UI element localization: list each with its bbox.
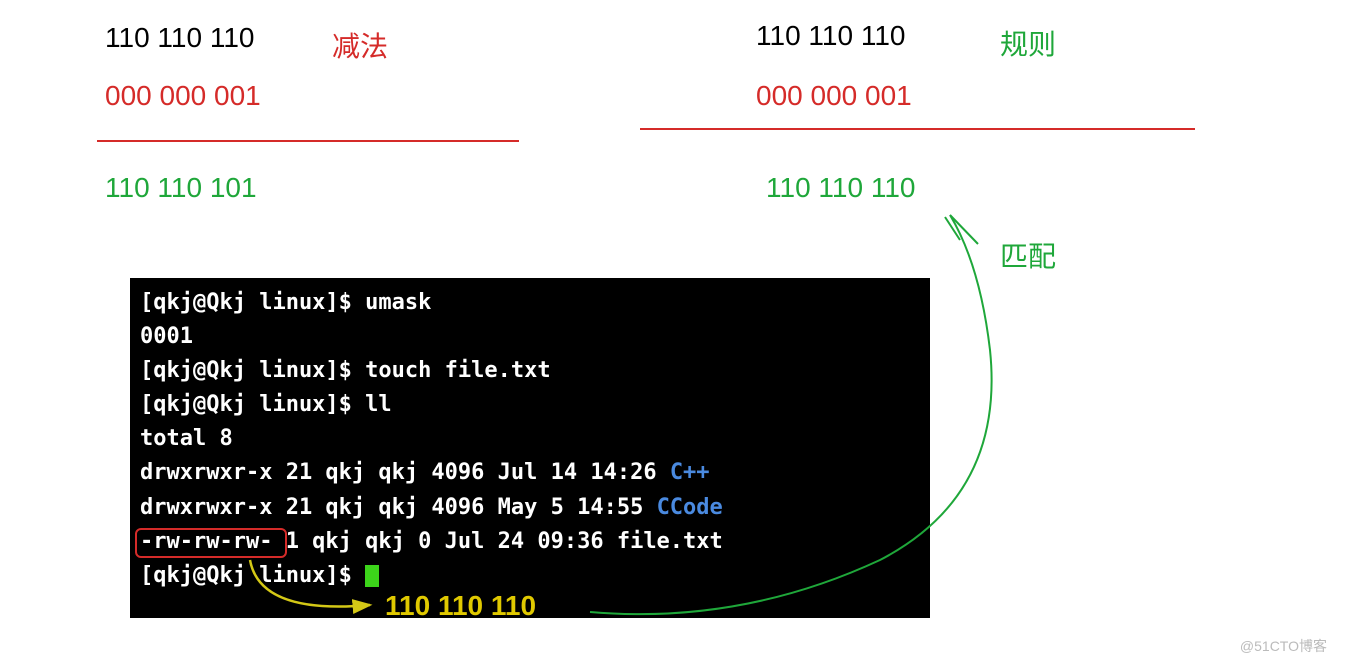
green-arrow-icon bbox=[0, 0, 1347, 668]
watermark: @51CTO博客 bbox=[1240, 636, 1327, 656]
